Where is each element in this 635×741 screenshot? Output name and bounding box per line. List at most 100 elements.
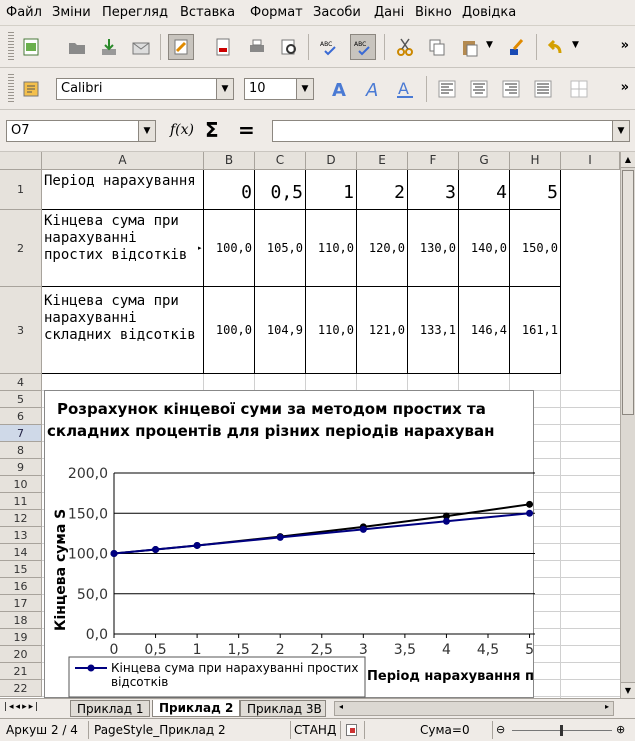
zoom-out-icon[interactable]: ⊖ (496, 723, 505, 736)
menu-window[interactable]: Вікно (415, 5, 452, 20)
row-header[interactable]: 12 (0, 510, 42, 527)
underline-icon[interactable]: A (392, 76, 418, 102)
bold-icon[interactable]: A (326, 76, 352, 102)
cell-a3[interactable]: Кінцева сума при нарахуванні складних ві… (42, 287, 204, 374)
font-name-combo[interactable]: Calibri ▼ (56, 78, 234, 100)
cell-g3[interactable]: 146,4 (459, 287, 510, 374)
undo-icon[interactable] (542, 34, 568, 60)
row-header[interactable]: 13 (0, 527, 42, 544)
scroll-up-icon[interactable]: ▲ (621, 152, 635, 168)
cell-d3[interactable]: 110,0 (306, 287, 357, 374)
tab-sheet-1[interactable]: Приклад 1 (70, 700, 151, 717)
cell-b2[interactable]: 100,0 (204, 210, 255, 287)
toolbar-grip[interactable] (8, 74, 14, 104)
row-header[interactable]: 14 (0, 544, 42, 561)
column-header-i[interactable]: I (561, 152, 620, 170)
align-right-icon[interactable] (498, 76, 524, 102)
cell-b3[interactable]: 100,0 (204, 287, 255, 374)
cell-f1[interactable]: 3 (408, 170, 459, 210)
format-paintbrush-icon[interactable] (504, 34, 530, 60)
row-header[interactable]: 9 (0, 459, 42, 476)
font-size-combo[interactable]: 10 ▼ (244, 78, 314, 100)
cut-icon[interactable] (392, 34, 418, 60)
cell-h3[interactable]: 161,1 (510, 287, 561, 374)
row-header[interactable]: 11 (0, 493, 42, 510)
cell-e3[interactable]: 121,0 (357, 287, 408, 374)
cell-g2[interactable]: 140,0 (459, 210, 510, 287)
chevron-down-icon[interactable]: ▼ (296, 79, 313, 99)
row-header[interactable]: 10 (0, 476, 42, 493)
row-header[interactable]: 16 (0, 578, 42, 595)
scroll-left-icon[interactable]: ◂ (335, 702, 347, 711)
menu-insert[interactable]: Вставка (180, 5, 235, 20)
zoom-handle[interactable] (560, 725, 563, 736)
row-header[interactable]: 4 (0, 374, 42, 391)
menu-edit[interactable]: Зміни (52, 5, 91, 20)
menu-tools[interactable]: Засоби (313, 5, 361, 20)
formula-icon[interactable]: = (238, 118, 255, 142)
cell-a2[interactable]: Кінцева сума при нарахуванні простих від… (42, 210, 204, 287)
select-all-corner[interactable] (0, 152, 42, 170)
paste-icon[interactable] (456, 34, 482, 60)
cell-b1[interactable]: 0 (204, 170, 255, 210)
new-document-icon[interactable] (18, 34, 44, 60)
sum-icon[interactable]: Σ (205, 118, 219, 142)
edit-file-icon[interactable] (168, 34, 194, 60)
copy-icon[interactable] (424, 34, 450, 60)
row-header[interactable]: 15 (0, 561, 42, 578)
function-wizard-icon[interactable]: f(x) (170, 122, 194, 138)
column-header-g[interactable]: G (459, 152, 510, 170)
cell-g1[interactable]: 4 (459, 170, 510, 210)
print-icon[interactable] (244, 34, 270, 60)
print-preview-icon[interactable] (276, 34, 302, 60)
row-header[interactable]: 18 (0, 612, 42, 629)
tab-sheet-3[interactable]: Приклад 3В (240, 700, 326, 717)
undo-dropdown-icon[interactable]: ▼ (572, 40, 579, 50)
chevron-down-icon[interactable]: ▼ (612, 121, 629, 141)
row-header[interactable]: 17 (0, 595, 42, 612)
cell-d1[interactable]: 1 (306, 170, 357, 210)
italic-icon[interactable]: A (360, 76, 386, 102)
cell-h2[interactable]: 150,0 (510, 210, 561, 287)
row-header[interactable]: 22 (0, 680, 42, 697)
column-header-b[interactable]: B (204, 152, 255, 170)
row-header[interactable]: 8 (0, 442, 42, 459)
cell-f3[interactable]: 133,1 (408, 287, 459, 374)
menu-format[interactable]: Формат (250, 5, 303, 20)
status-page-style[interactable]: PageStyle_Приклад 2 (94, 723, 226, 737)
menu-help[interactable]: Довідка (462, 5, 516, 20)
row-header[interactable]: 1 (0, 170, 42, 210)
cell-e2[interactable]: 120,0 (357, 210, 408, 287)
name-box[interactable]: O7 ▼ (6, 120, 156, 142)
cell-e1[interactable]: 2 (357, 170, 408, 210)
cell-c1[interactable]: 0,5 (255, 170, 306, 210)
menu-view[interactable]: Перегляд (102, 5, 168, 20)
styles-icon[interactable] (18, 76, 44, 102)
row-header[interactable]: 2 (0, 210, 42, 287)
toolbar-grip[interactable] (8, 32, 14, 62)
merge-cells-icon[interactable] (566, 76, 592, 102)
cell-f2[interactable]: 130,0 (408, 210, 459, 287)
scrollbar-thumb[interactable] (622, 170, 634, 415)
cell-d2[interactable]: 110,0 (306, 210, 357, 287)
chevron-down-icon[interactable]: ▼ (138, 121, 155, 141)
scroll-right-icon[interactable]: ▸ (601, 702, 613, 711)
email-icon[interactable] (128, 34, 154, 60)
column-header-d[interactable]: D (306, 152, 357, 170)
row-header[interactable]: 3 (0, 287, 42, 374)
row-header[interactable]: 21 (0, 663, 42, 680)
tab-sheet-2[interactable]: Приклад 2 (152, 700, 241, 717)
status-insert-mode[interactable]: СТАНД (294, 723, 336, 737)
column-header-h[interactable]: H (510, 152, 561, 170)
column-header-e[interactable]: E (357, 152, 408, 170)
zoom-in-icon[interactable]: ⊕ (616, 723, 625, 736)
toolbar-more-icon[interactable]: » (621, 80, 629, 95)
cell-h1[interactable]: 5 (510, 170, 561, 210)
formula-input[interactable]: ▼ (272, 120, 630, 142)
column-header-a[interactable]: A (42, 152, 204, 170)
row-header[interactable]: 5 (0, 391, 42, 408)
row-header[interactable]: 6 (0, 408, 42, 425)
cell-c3[interactable]: 104,9 (255, 287, 306, 374)
auto-spellcheck-icon[interactable]: ABC (350, 34, 376, 60)
tab-navigation-icons[interactable]: |◂◂▸▸| (4, 702, 40, 712)
